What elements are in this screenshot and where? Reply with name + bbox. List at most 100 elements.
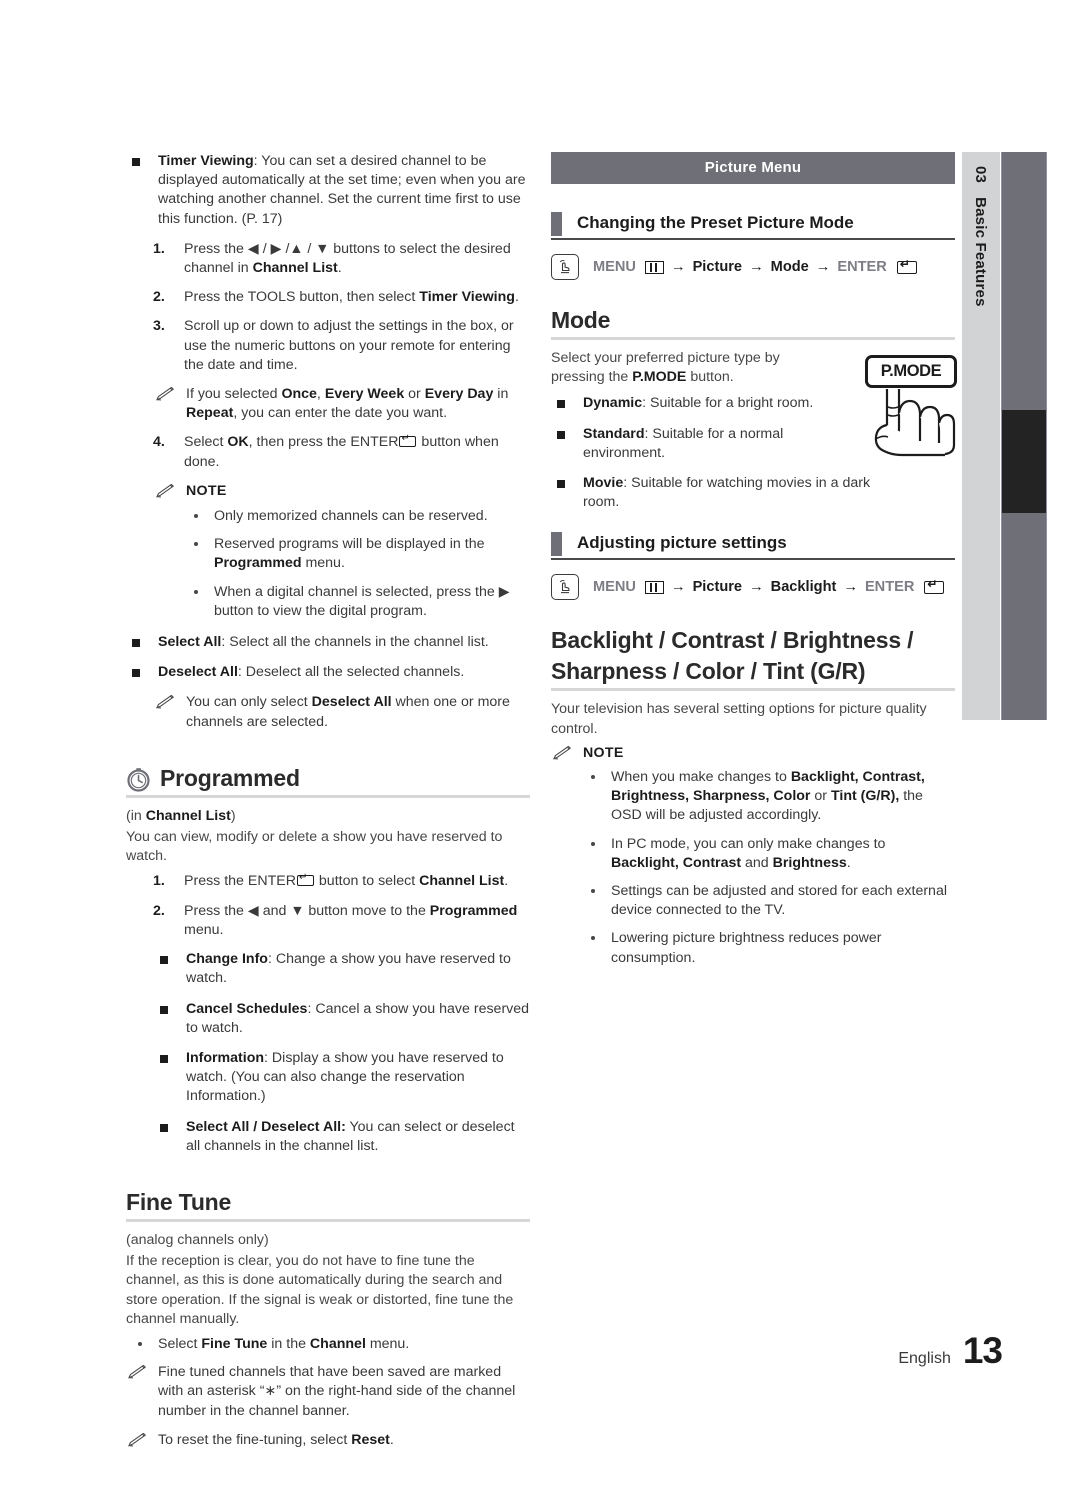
page-footer: English 13 [898,1330,1003,1372]
note-bold: Deselect All [311,694,392,711]
dot-bullet-icon [194,589,198,594]
note-bold: Every Day [424,386,494,403]
programmed-step-1: 1. Press the ENTER button to select Chan… [126,872,530,891]
note-text: in [493,386,509,403]
note-text: . [846,854,851,871]
backlight-note-1: In PC mode, you can only make changes to… [579,835,955,873]
step-text: Scroll up or down to adjust the settings… [184,318,514,373]
note-text: . [389,1431,394,1448]
fine-tune-intro: If the reception is clear, you do not ha… [126,1253,514,1327]
square-bullet-icon [132,669,140,678]
section-title: Adjusting picture settings [577,533,787,553]
step-bold: OK [227,434,249,451]
menu-grid-icon [644,260,664,274]
chapter-tab-label: 03 Basic Features [962,152,1000,720]
programmed-item-cancel-schedules: Cancel Schedules: Cancel a show you have… [154,1000,530,1038]
chapter-tab-dark [1001,152,1047,720]
backlight-heading-rule [551,688,955,692]
square-bullet-icon [132,639,140,648]
timer-step-3-note: If you selected Once, Every Week or Ever… [154,385,530,423]
mode-standard: Standard: Suitable for a normal environm… [551,425,838,463]
pencil-icon [128,1365,147,1379]
square-bullet-icon [132,158,140,166]
bullet-bold: Fine Tune [201,1335,268,1352]
arrow-icon: → [670,579,686,596]
section-title: Changing the Preset Picture Mode [577,213,854,232]
timer-viewing-term: Timer Viewing [158,153,254,169]
right-column: Picture Menu Changing the Preset Picture… [551,152,955,977]
step-text: Select [184,434,228,451]
note-bold: Brightness [772,854,847,871]
section-changing-preset-picture-mode: Changing the Preset Picture Mode [551,210,955,236]
step-text: Press the ENTER [184,873,296,890]
subtitle-pre: (in [126,807,146,824]
note-text: In PC mode, you can only make changes to [611,835,886,852]
note-bold: Programmed [214,555,302,572]
fine-tune-note-1: Fine tuned channels that have been saved… [126,1363,530,1421]
square-bullet-icon [557,400,565,409]
deselect-all-item: Deselect All: Deselect all the selected … [126,663,530,682]
pressing-hand-illustration [874,389,956,457]
note-text: Fine tuned channels that have been saved… [158,1364,516,1419]
step-post: menu. [184,921,224,938]
square-bullet-icon [160,956,168,965]
note-bold: Once [281,386,317,403]
pencil-icon [156,387,175,401]
backlight-note-3: Lowering picture brightness reduces powe… [579,929,955,967]
select-all-desc: : Select all the channels in the channel… [221,634,489,651]
dot-bullet-icon [591,775,595,780]
step-text: , then press the ENTER [248,434,399,451]
square-bullet-icon [557,480,565,489]
section-marker-icon [551,212,562,236]
chapter-number: 03 [972,166,990,184]
mode-desc: : Suitable for watching movies in a dark… [583,475,871,511]
mode-desc: : Suitable for a bright room. [642,395,814,412]
programmed-heading-text: Programmed [160,764,300,791]
footer-language: English [898,1350,951,1367]
note-text: , [316,386,325,403]
programmed-intro: You can view, modify or delete a show yo… [126,829,503,865]
dot-bullet-icon [194,542,198,547]
timer-step-4: 4. Select OK, then press the ENTER butto… [126,433,530,471]
deselect-all-desc: : Deselect all the selected channels. [237,664,465,681]
menu-label: MENU [593,259,636,275]
arrow-icon: → [670,259,686,275]
section-marker-icon [551,532,562,557]
timer-note-2: When a digital channel is selected, pres… [182,583,530,621]
chapter-title: Basic Features [972,197,990,307]
menu-path-mode: MENU → Picture → Mode → ENTER [551,254,955,280]
mode-intro-post: button. [686,369,734,386]
fine-tune-bullet: Select Fine Tune in the Channel menu. [126,1335,530,1354]
step-text: Press the ◀ and ▼ button move to the [184,902,430,919]
path-item-mode: Mode [770,259,809,275]
pencil-icon [128,1432,147,1447]
path-item-backlight: Backlight [770,579,837,596]
dot-bullet-icon [591,841,595,846]
note-text: You can only select [186,694,312,711]
arrow-icon: → [815,259,831,275]
square-bullet-icon [557,430,565,439]
section-rule [551,558,955,561]
note-bold: Backlight, Contrast [611,854,742,871]
step-number: 2. [153,902,165,919]
step-bold: Programmed [429,902,518,919]
step-bold: Channel List [252,260,338,277]
timer-step-2: 2. Press the TOOLS button, then select T… [126,288,530,307]
chapter-tab-light: 03 Basic Features [962,152,1000,720]
menu-label: MENU [593,579,636,596]
programmed-subtitle: (in Channel List) [126,807,530,826]
section-rule [551,238,955,240]
note-text: When a digital channel is selected, pres… [214,583,510,619]
pmode-illustration: P.MODE [857,355,963,480]
note-text: , you can enter the date you want. [233,405,448,422]
step-number: 1. [153,873,165,890]
menu-path-backlight: MENU → Picture → Backlight → ENTER [551,574,955,601]
timer-step-3: 3. Scroll up or down to adjust the setti… [126,317,530,375]
fine-tune-note-2: To reset the fine-tuning, select Reset. [126,1431,530,1450]
note-text: or [810,788,831,805]
note-text: To reset the fine-tuning, select [158,1431,352,1448]
mode-intro-bold: P.MODE [632,369,687,386]
square-bullet-icon [160,1005,168,1014]
arrow-icon: → [749,259,764,275]
note-bold: Every Week [324,386,405,403]
